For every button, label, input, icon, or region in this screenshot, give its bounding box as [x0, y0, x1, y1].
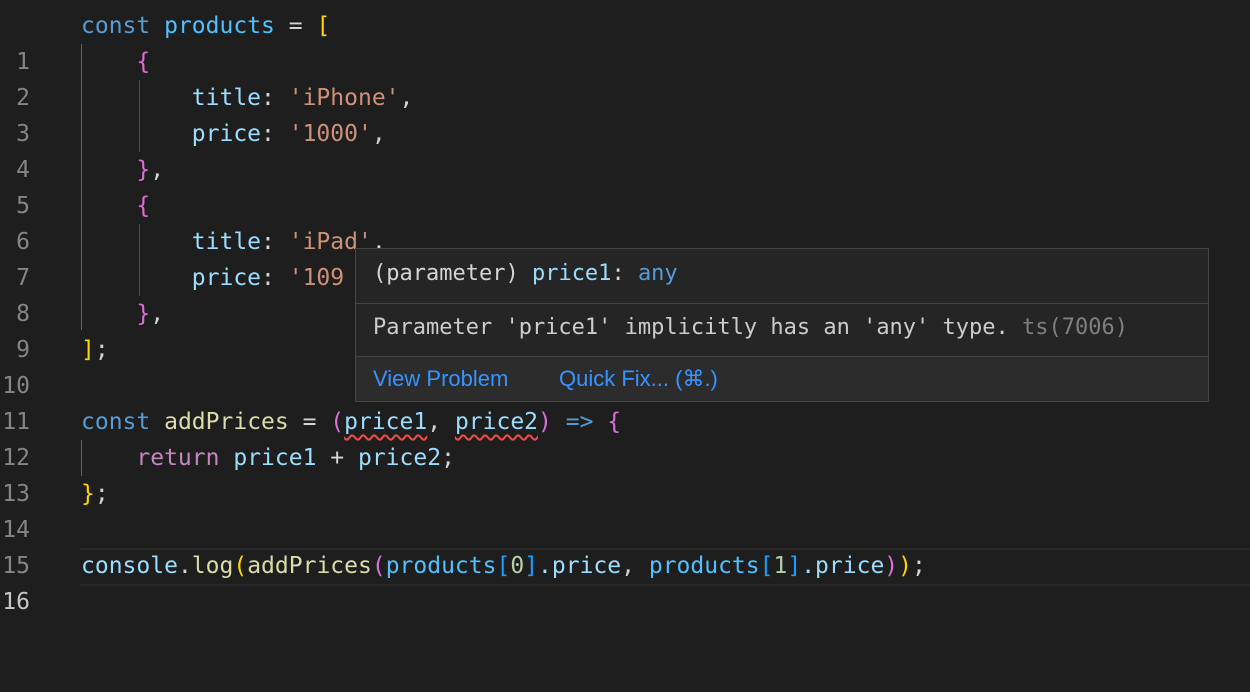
brace: } [136, 157, 151, 183]
colon: : [261, 121, 289, 147]
quick-fix-link[interactable]: Quick Fix... (⌘.) [559, 366, 718, 392]
hover-signature-type: any [637, 261, 678, 286]
semicolon: ; [912, 553, 926, 579]
hover-signature-prefix: (parameter) [373, 261, 532, 286]
semicolon: ; [441, 445, 455, 471]
bracket: ] [524, 553, 539, 579]
arrow-operator: => [551, 409, 608, 435]
code-line[interactable]: 6 { [0, 188, 1250, 255]
identifier: products [385, 553, 497, 579]
colon: : [261, 265, 289, 291]
parameter-price1-error[interactable]: price1 [344, 409, 427, 435]
paren: ) [898, 553, 913, 579]
identifier: products [648, 553, 760, 579]
paren: ( [371, 553, 386, 579]
identifier: console [81, 553, 178, 579]
identifier: price2 [357, 445, 442, 471]
comma: , [150, 301, 165, 327]
identifier: price1 [233, 445, 317, 471]
code-line[interactable]: 13 return price1 + price2; [0, 440, 1250, 507]
property-key: price [191, 121, 262, 147]
property-key: title [191, 229, 262, 255]
comma: , [621, 553, 649, 579]
comma: , [150, 157, 165, 183]
code-line[interactable]: 3 title: 'iPhone', [0, 80, 1250, 147]
function-name: addPrices [164, 409, 289, 435]
line-number: 16 [2, 589, 30, 615]
operator: = [274, 13, 317, 39]
comma: , [399, 85, 414, 111]
keyword: return [136, 445, 220, 471]
colon: : [261, 229, 289, 255]
hover-divider [356, 303, 1208, 304]
paren: ( [233, 553, 248, 579]
bracket: [ [496, 553, 511, 579]
code-line-active[interactable]: 16 console.log(addPrices(products[0].pri… [0, 548, 1250, 615]
bracket: [ [316, 13, 331, 39]
semicolon: ; [94, 481, 109, 507]
hover-message: Parameter 'price1' implicitly has an 'an… [373, 315, 1128, 340]
operator: + [316, 445, 358, 471]
method-name: log [191, 553, 234, 579]
brace: { [136, 193, 151, 219]
number-literal: 0 [510, 553, 525, 579]
property-key: price [191, 265, 262, 291]
code-line[interactable]: 15 [0, 512, 1250, 579]
comma: , [371, 121, 386, 147]
string-literal: '1000' [288, 121, 372, 147]
paren: ( [330, 409, 345, 435]
bracket: ] [81, 337, 95, 363]
comma: , [427, 409, 455, 435]
code-line[interactable]: 5 }, [0, 152, 1250, 219]
hover-signature-colon: : [611, 261, 638, 286]
property-access: .price [801, 553, 885, 579]
colon: : [261, 85, 289, 111]
keyword: const [81, 409, 151, 435]
brace: } [81, 481, 95, 507]
parameter-price2-error[interactable]: price2 [455, 409, 538, 435]
brace: } [136, 301, 151, 327]
code-line[interactable]: 2 { [0, 44, 1250, 111]
hover-signature: (parameter) price1: any [373, 261, 678, 286]
bracket: ] [787, 553, 802, 579]
error-message: Parameter 'price1' implicitly has an 'an… [373, 315, 1023, 340]
paren: ) [538, 409, 552, 435]
hover-signature-name: price1 [531, 261, 612, 286]
bracket: [ [759, 553, 774, 579]
code-line[interactable]: 1 const products = [ [0, 8, 1250, 75]
function-name: addPrices [247, 553, 372, 579]
keyword: const [81, 13, 151, 39]
property-key: title [191, 85, 262, 111]
property-access: .price [538, 553, 622, 579]
dot: . [177, 553, 192, 579]
error-code: ts(7006) [1022, 315, 1128, 340]
identifier: products [164, 13, 275, 39]
string-literal: 'iPhone' [288, 85, 400, 111]
hover-divider [356, 356, 1208, 357]
code-line[interactable]: 4 price: '1000', [0, 116, 1250, 183]
brace: { [136, 49, 151, 75]
code-line[interactable]: 12 const addPrices = (price1, price2) =>… [0, 404, 1250, 471]
operator: = [288, 409, 331, 435]
hover-actions-bar: View Problem Quick Fix... (⌘.) [356, 356, 1208, 401]
code-line[interactable]: 14 }; [0, 476, 1250, 543]
number-literal: 1 [773, 553, 788, 579]
string-literal: '109 [288, 265, 345, 291]
paren: ) [884, 553, 899, 579]
brace: { [607, 409, 622, 435]
view-problem-link[interactable]: View Problem [373, 366, 508, 392]
semicolon: ; [94, 337, 109, 363]
hover-tooltip: (parameter) price1: any Parameter 'price… [355, 248, 1209, 402]
